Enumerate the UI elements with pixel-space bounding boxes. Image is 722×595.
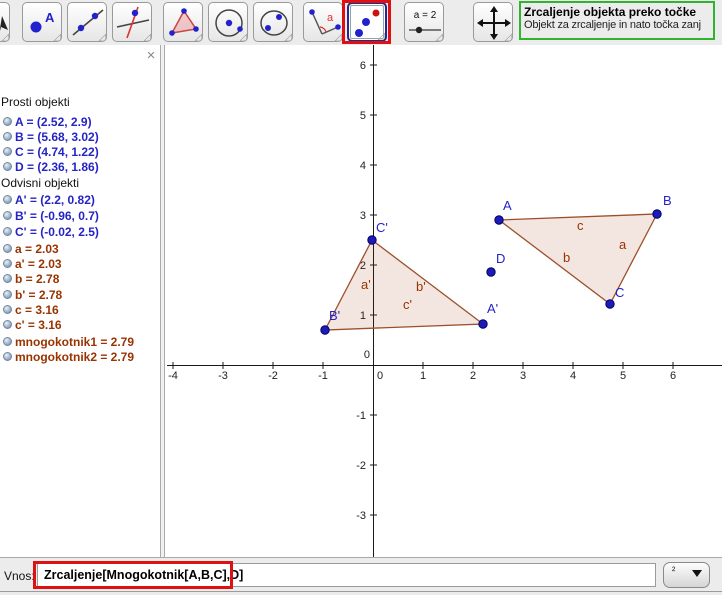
- origin-label-x: 0: [377, 370, 383, 382]
- point-B'[interactable]: [320, 325, 330, 335]
- origin-label-y: 0: [364, 349, 370, 361]
- point-A[interactable]: [494, 215, 504, 225]
- point-label: A: [503, 198, 512, 213]
- point-label: B': [329, 308, 340, 323]
- edge-label: a': [361, 277, 371, 292]
- axis-tick-label: -1: [356, 410, 366, 422]
- edge-label: b': [416, 279, 426, 294]
- point-label: B: [663, 193, 672, 208]
- axis-tick-label: -4: [168, 370, 178, 382]
- point-C[interactable]: [605, 299, 615, 309]
- point-label: D: [496, 251, 505, 266]
- axis-tick-label: 4: [570, 370, 576, 382]
- edge-label: a: [619, 237, 627, 252]
- graphics-view[interactable]: -4-3-2-1123456654321-1-2-300caba'b'c'ABC…: [0, 0, 722, 595]
- edge-label: c: [577, 218, 584, 233]
- point-A'[interactable]: [478, 319, 488, 329]
- axis-tick-label: -2: [356, 460, 366, 472]
- point-B[interactable]: [652, 209, 662, 219]
- polygon-mnogokotnik2[interactable]: [323, 239, 485, 331]
- axis-tick-label: -3: [356, 510, 366, 522]
- axis-tick-label: 5: [360, 110, 366, 122]
- edge-label: c': [403, 297, 412, 312]
- geogebra-window: ◿ A ◿ ◿ ◿ ◿ ◿ ◿ a ◿ ◿ a = 2 ◿ ◿ Zrcaljen…: [0, 0, 722, 595]
- point-label: C: [615, 285, 624, 300]
- axis-tick-label: 5: [620, 370, 626, 382]
- axis-tick-label: -1: [318, 370, 328, 382]
- axis-tick-label: 2: [470, 370, 476, 382]
- axis-tick-label: 3: [520, 370, 526, 382]
- point-C'[interactable]: [367, 235, 377, 245]
- point-D[interactable]: [486, 267, 496, 277]
- point-label: A': [487, 301, 498, 316]
- axis-tick-label: -2: [268, 370, 278, 382]
- point-label: C': [376, 220, 388, 235]
- axis-tick-label: -3: [218, 370, 228, 382]
- axis-tick-label: 6: [360, 60, 366, 72]
- axis-tick-label: 4: [360, 160, 366, 172]
- axis-tick-label: 6: [670, 370, 676, 382]
- axis-tick-label: 3: [360, 210, 366, 222]
- axis-tick-label: 1: [420, 370, 426, 382]
- edge-label: b: [563, 250, 570, 265]
